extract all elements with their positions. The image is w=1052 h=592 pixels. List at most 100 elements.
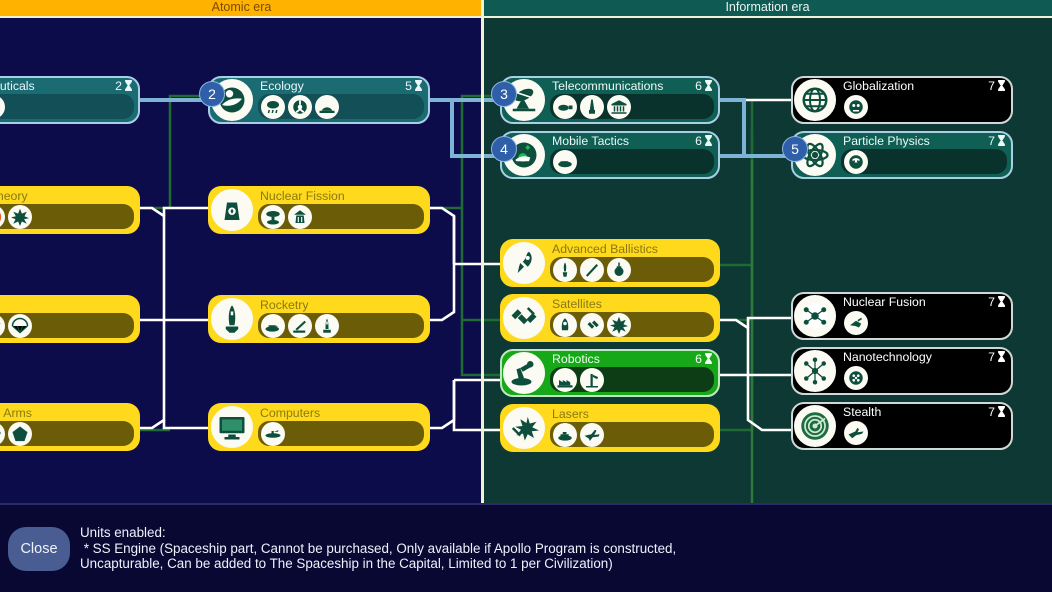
tank-icon[interactable] <box>553 150 577 174</box>
globe-icon <box>794 79 836 121</box>
tank2-icon[interactable] <box>553 423 577 447</box>
tech-turns-value: 5 <box>405 79 412 93</box>
tech-card-stealth[interactable]: Stealth7 <box>791 402 1013 450</box>
tech-card-robotics[interactable]: Robotics6 <box>500 349 720 397</box>
burst-icon[interactable] <box>8 205 32 229</box>
tech-unlocks <box>0 421 134 446</box>
capsule-icon[interactable] <box>553 313 577 337</box>
fusion-icon <box>794 295 836 337</box>
flask-icon[interactable] <box>0 95 5 119</box>
recycle-icon[interactable] <box>288 95 312 119</box>
tech-card-atomic-theory[interactable]: c Theory <box>0 186 140 234</box>
research-queue-badge[interactable]: 5 <box>782 136 808 162</box>
units-enabled-panel: Units enabled: * SS Engine (Spaceship pa… <box>80 525 800 572</box>
gun-icon[interactable] <box>0 422 5 446</box>
pentagon-icon[interactable] <box>8 422 32 446</box>
mech-icon[interactable] <box>844 311 868 335</box>
scientist-icon[interactable] <box>844 150 868 174</box>
tech-name: Ecology <box>260 79 422 93</box>
bank-icon[interactable] <box>607 95 631 119</box>
dam-icon[interactable] <box>315 95 339 119</box>
radar-icon <box>794 405 836 447</box>
tech-name: Lasers <box>552 407 712 421</box>
diplomat-icon[interactable] <box>844 95 868 119</box>
research-queue-badge[interactable]: 3 <box>491 81 517 107</box>
tech-card-mobile-tactics[interactable]: Mobile Tactics64 <box>500 131 720 179</box>
tech-unlocks <box>550 94 714 119</box>
units-enabled-heading: Units enabled: <box>80 525 800 541</box>
tech-unlocks <box>841 94 1007 119</box>
missile-icon[interactable] <box>553 258 577 282</box>
tech-turns-value: 6 <box>695 352 702 366</box>
tech-name: Nanotechnology <box>843 350 1005 364</box>
tech-name: Computers <box>260 406 422 420</box>
bomb-icon[interactable] <box>607 258 631 282</box>
ss-part-icon[interactable] <box>580 313 604 337</box>
weather-icon[interactable] <box>261 95 285 119</box>
sub-icon[interactable] <box>261 422 285 446</box>
tech-turns-value: 7 <box>988 134 995 148</box>
tech-card-rocketry[interactable]: Rocketry <box>208 295 430 343</box>
tech-unlocks <box>550 257 714 282</box>
nano-small-icon[interactable] <box>844 366 868 390</box>
tech-card-flight-ish[interactable] <box>0 295 140 343</box>
rocket2-icon <box>211 298 253 340</box>
research-queue-badge[interactable]: 2 <box>199 81 225 107</box>
manhattan-icon[interactable] <box>288 205 312 229</box>
tech-turns: 7 <box>988 405 1006 419</box>
tech-turns: 5 <box>405 79 423 93</box>
tech-turns-value: 6 <box>695 134 702 148</box>
tech-unlocks <box>0 94 134 119</box>
tech-tree-screen: Atomic era Information era aceuticals2Ec… <box>0 0 1052 592</box>
mech-build-icon[interactable] <box>580 368 604 392</box>
factory-icon[interactable] <box>553 368 577 392</box>
tech-name: ned Arms <box>0 406 132 420</box>
tech-turns-value: 6 <box>695 79 702 93</box>
broadcast-tower-icon[interactable] <box>553 95 577 119</box>
tech-card-nuclear-fission[interactable]: Nuclear Fission <box>208 186 430 234</box>
tech-card-globalization[interactable]: Globalization7 <box>791 76 1013 124</box>
mobile-sam-icon[interactable] <box>261 314 285 338</box>
tech-card-pharmaceuticals[interactable]: aceuticals2 <box>0 76 140 124</box>
tech-unlocks <box>258 421 424 446</box>
tech-turns: 6 <box>695 134 713 148</box>
tech-unlocks <box>0 204 134 229</box>
tech-card-particle-physics[interactable]: Particle Physics75 <box>791 131 1013 179</box>
tech-unlocks <box>841 149 1007 174</box>
tech-name: Stealth <box>843 405 1005 419</box>
close-button[interactable]: Close <box>8 527 70 571</box>
tech-card-computers[interactable]: Computers <box>208 403 430 451</box>
parachute-icon[interactable] <box>8 314 32 338</box>
tech-name: Robotics <box>552 352 712 366</box>
tech-unlocks <box>0 313 134 338</box>
tech-unlocks <box>258 204 424 229</box>
tech-turns-value: 7 <box>988 350 995 364</box>
tech-unlocks <box>258 313 424 338</box>
burst-icon[interactable] <box>607 313 631 337</box>
rod-icon[interactable] <box>580 258 604 282</box>
tech-card-telecommunications[interactable]: Telecommunications63 <box>500 76 720 124</box>
tech-unlocks <box>550 367 714 392</box>
tech-name: Telecommunications <box>552 79 712 93</box>
research-queue-badge[interactable]: 4 <box>491 136 517 162</box>
tech-name: Rocketry <box>260 298 422 312</box>
tech-name: Globalization <box>843 79 1005 93</box>
radiation-icon[interactable] <box>0 205 5 229</box>
tech-card-satellites[interactable]: Satellites <box>500 294 720 342</box>
plane-icon[interactable] <box>0 314 5 338</box>
tech-name: Mobile Tactics <box>552 134 712 148</box>
tech-card-combined-arms[interactable]: ned Arms <box>0 403 140 451</box>
tech-card-lasers[interactable]: Lasers <box>500 404 720 452</box>
mushroom-cloud-icon[interactable] <box>261 205 285 229</box>
tech-name: Advanced Ballistics <box>552 242 712 256</box>
launcher-icon[interactable] <box>288 314 312 338</box>
era-divider <box>481 0 484 503</box>
obelisk-icon[interactable] <box>580 95 604 119</box>
tech-card-nanotechnology[interactable]: Nanotechnology7 <box>791 347 1013 395</box>
jet-icon[interactable] <box>580 423 604 447</box>
tech-card-nuclear-fusion[interactable]: Nuclear Fusion7 <box>791 292 1013 340</box>
tech-card-advanced-ballistics[interactable]: Advanced Ballistics <box>500 239 720 287</box>
stealth-plane-icon[interactable] <box>844 421 868 445</box>
apollo-icon[interactable] <box>315 314 339 338</box>
tech-card-ecology[interactable]: Ecology52 <box>208 76 430 124</box>
